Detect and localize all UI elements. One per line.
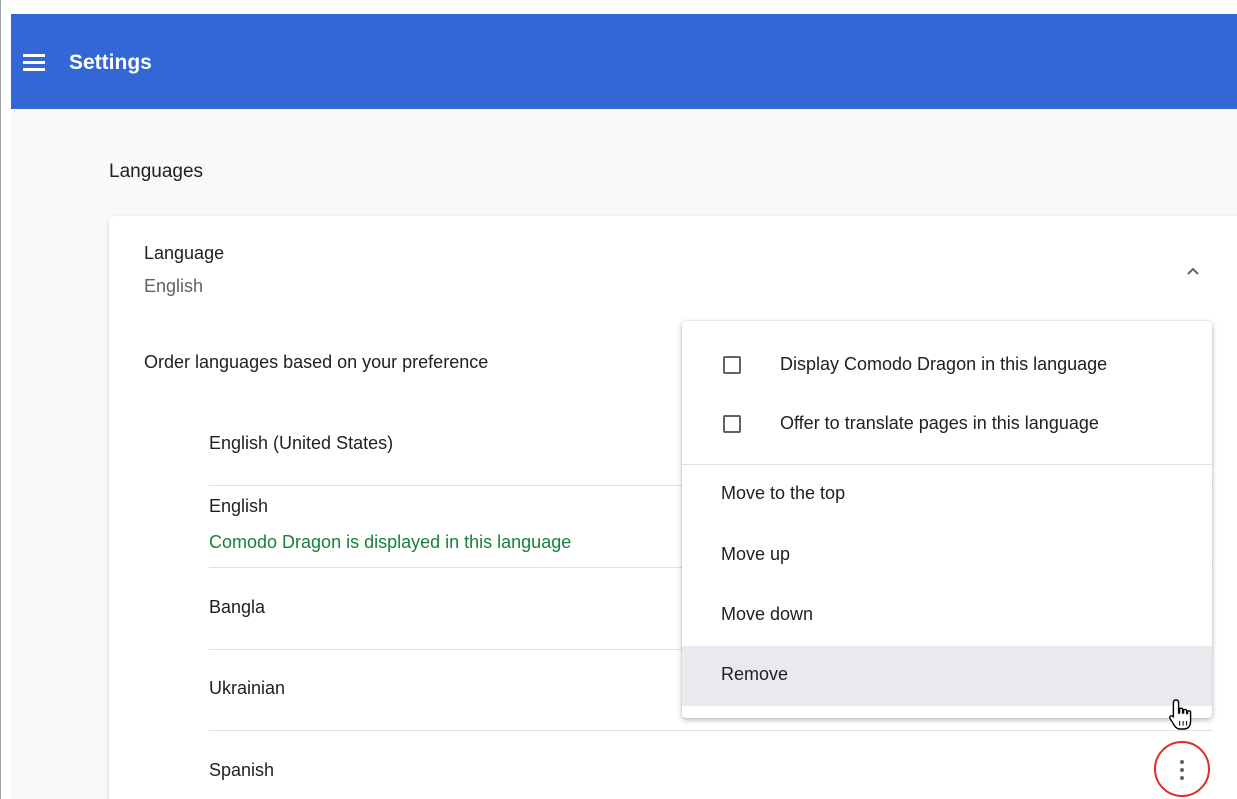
- checkbox[interactable]: [723, 415, 741, 433]
- hamburger-menu-icon[interactable]: [23, 52, 55, 74]
- settings-window: Settings Languages Language English Orde…: [0, 0, 1237, 799]
- move-down-menu-item[interactable]: Move down: [682, 586, 1212, 646]
- menu-item-label: Move down: [721, 604, 814, 624]
- menu-item-label: Move up: [721, 544, 791, 564]
- chevron-up-icon[interactable]: [1183, 262, 1203, 280]
- language-current-value: English: [144, 276, 204, 296]
- language-heading: Language: [144, 243, 225, 263]
- checkbox[interactable]: [723, 356, 741, 374]
- menu-item-label: Move to the top: [721, 483, 846, 503]
- move-up-menu-item[interactable]: Move up: [682, 526, 1212, 586]
- section-title: Languages: [109, 161, 204, 182]
- divider: [209, 730, 1213, 731]
- menu-item-label: Remove: [721, 664, 789, 684]
- order-languages-label: Order languages based on your preference: [144, 352, 489, 372]
- more-vert-icon[interactable]: [1169, 755, 1195, 785]
- checkbox-label: Display Comodo Dragon in this language: [780, 354, 1108, 374]
- language-name: Spanish: [209, 760, 275, 780]
- settings-toolbar: Settings: [11, 14, 1237, 109]
- language-item: Spanish: [209, 760, 1213, 781]
- move-to-top-menu-item[interactable]: Move to the top: [682, 465, 1212, 525]
- remove-menu-item[interactable]: Remove: [682, 646, 1212, 706]
- display-in-language-checkbox-row[interactable]: Display Comodo Dragon in this language: [682, 336, 1212, 394]
- page-title: Settings: [69, 51, 152, 74]
- language-actions-menu: Display Comodo Dragon in this language O…: [682, 321, 1212, 718]
- offer-translate-checkbox-row[interactable]: Offer to translate pages in this languag…: [682, 395, 1212, 453]
- checkbox-label: Offer to translate pages in this languag…: [780, 413, 1099, 433]
